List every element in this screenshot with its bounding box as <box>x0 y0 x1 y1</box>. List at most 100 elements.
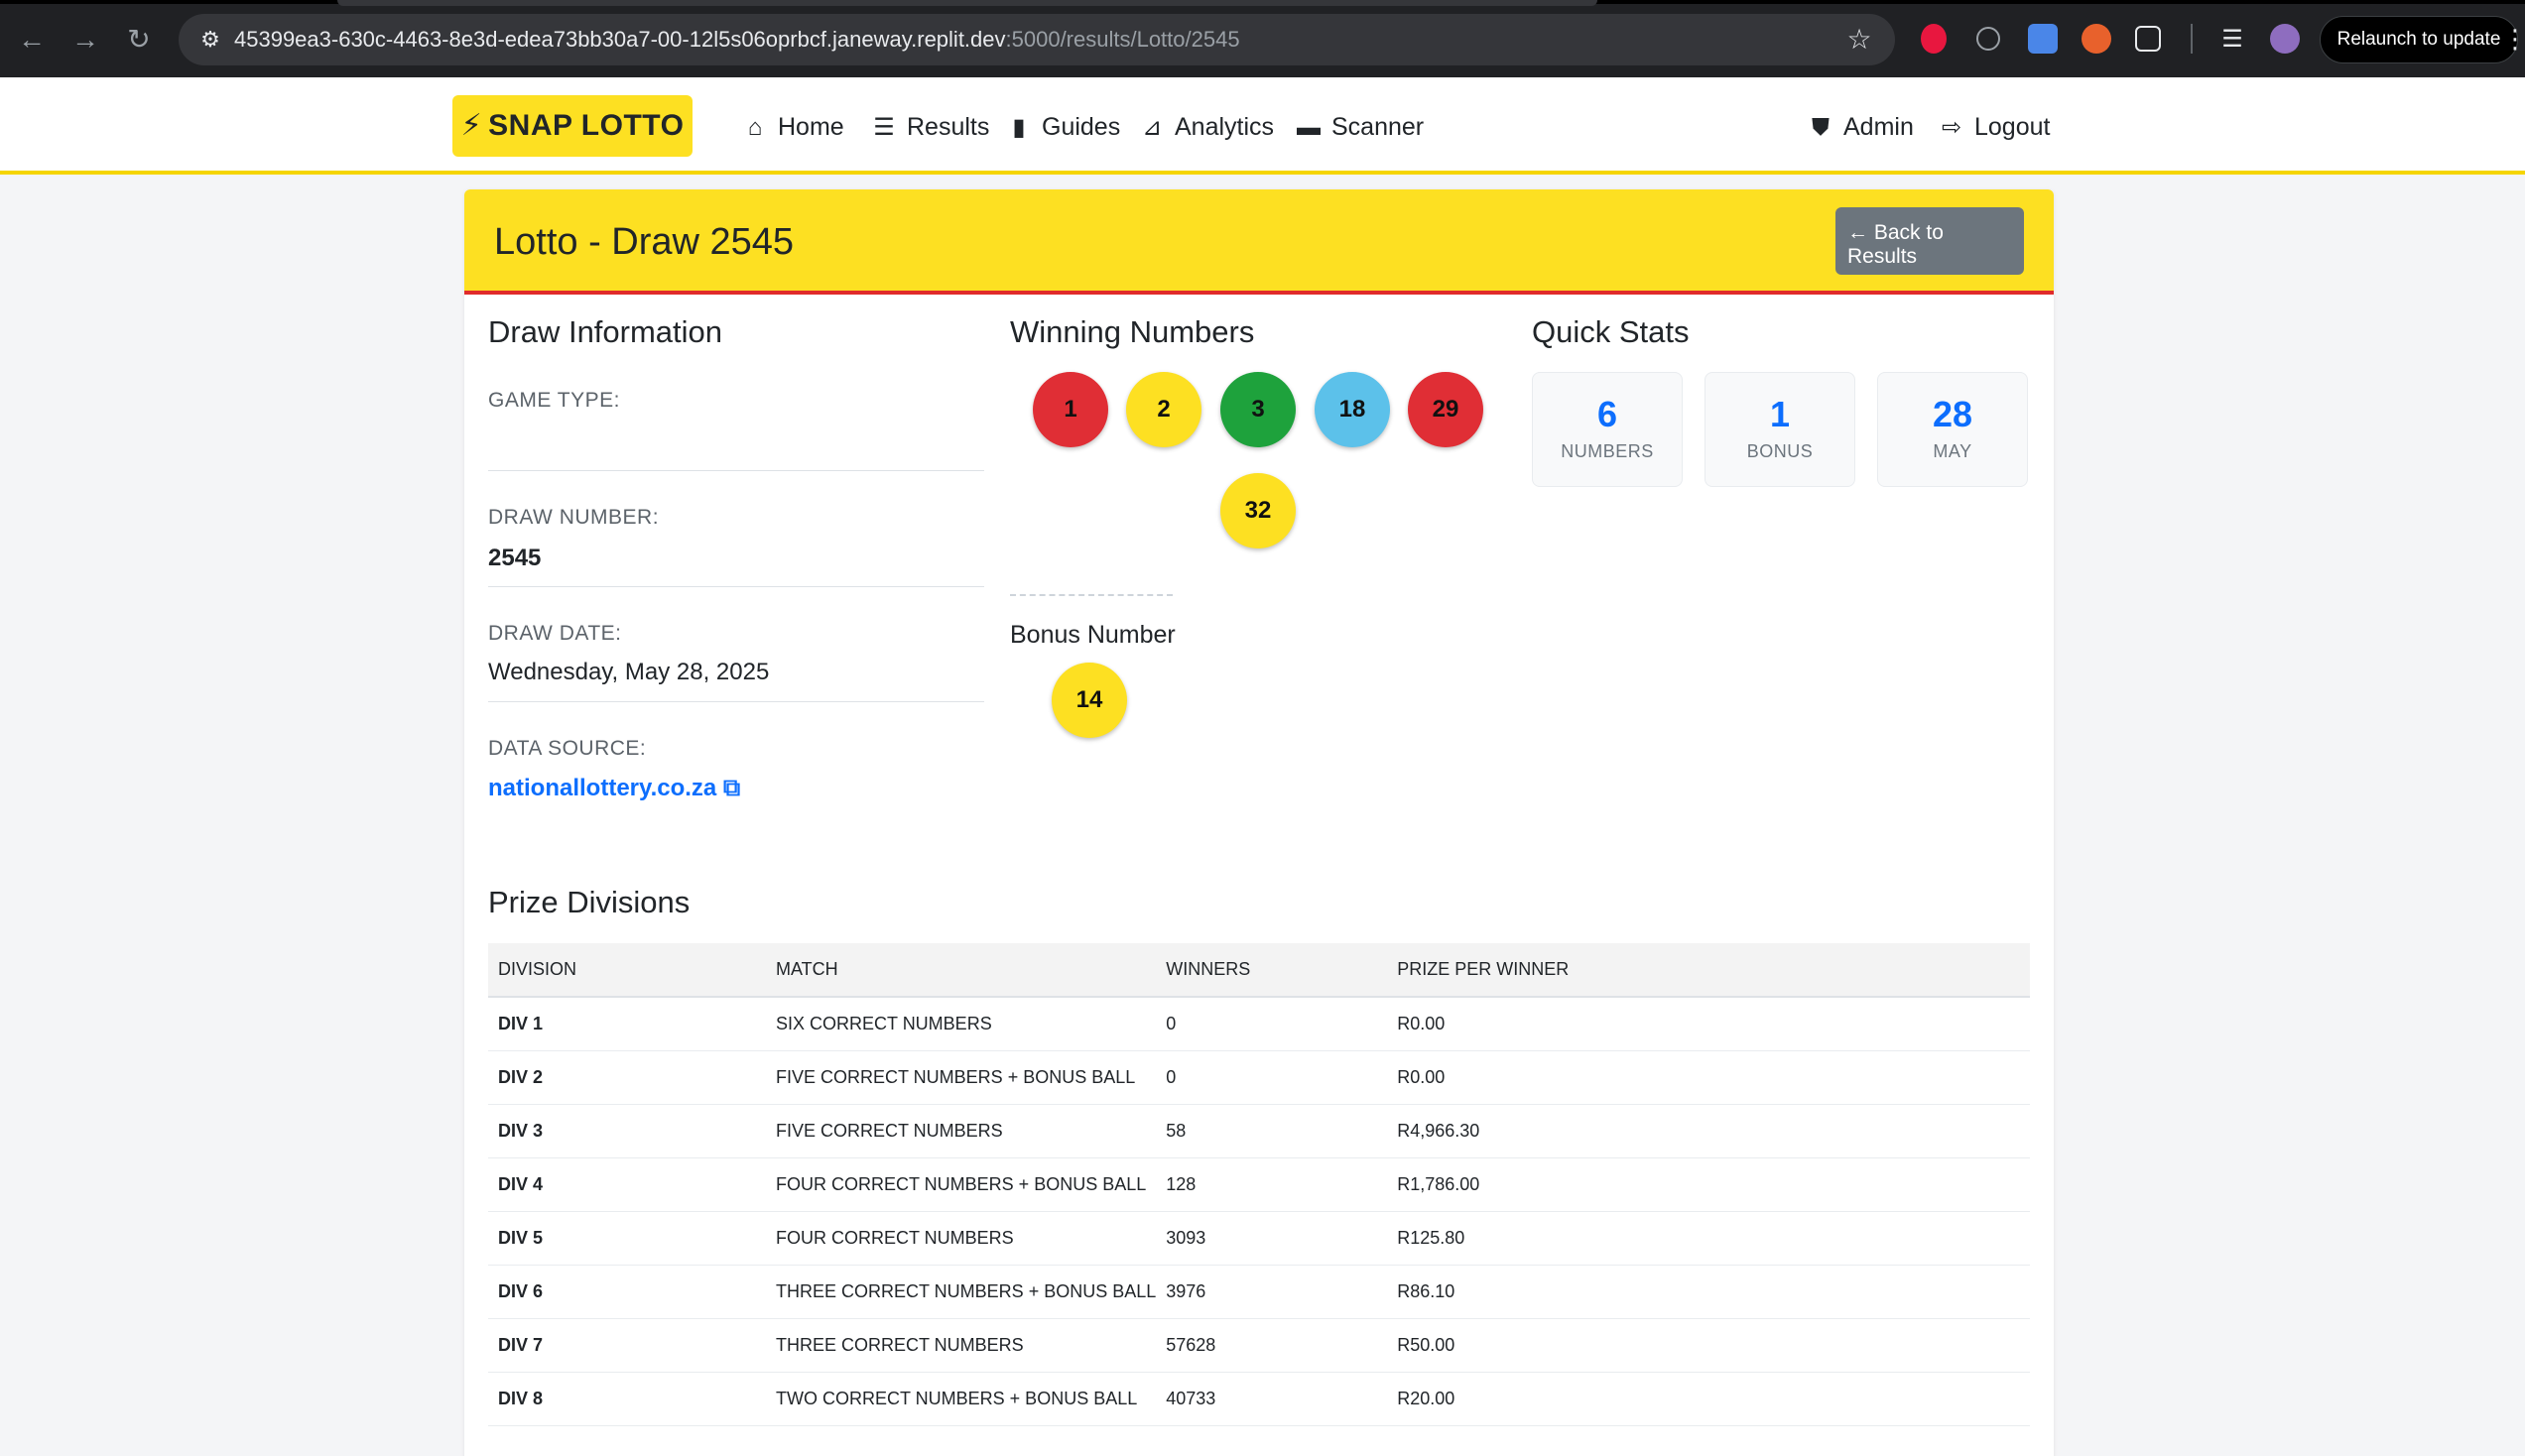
stat-value: 6 <box>1596 394 1618 434</box>
game-type-label: GAME TYPE: <box>488 389 620 412</box>
media-control-icon[interactable]: ☰ <box>2214 22 2250 58</box>
winners-cell: 3093 <box>1156 1211 1388 1266</box>
nav-results[interactable]: ☰ Results <box>869 107 989 147</box>
back-arrow-icon[interactable]: ← <box>14 22 50 58</box>
division-cell: DIV 7 <box>488 1318 766 1373</box>
table-header-row: DIVISION MATCH WINNERS PRIZE PER WINNER <box>488 943 2030 998</box>
table-row: DIV 2 FIVE CORRECT NUMBERS + BONUS BALL 0 R… <box>488 1050 2030 1105</box>
active-tab[interactable] <box>337 0 1597 6</box>
site-settings-icon[interactable]: ⚙ <box>196 26 224 54</box>
prize-cell: R1,786.00 <box>1387 1157 2030 1212</box>
winners-cell: 58 <box>1156 1104 1388 1158</box>
translate-icon[interactable] <box>2028 24 2058 54</box>
bonus-divider <box>1010 594 1173 596</box>
table-row: DIV 5 FOUR CORRECT NUMBERS 3093 R125.80 <box>488 1211 2030 1266</box>
draw-number-label: DRAW NUMBER: <box>488 506 660 529</box>
nav-guides-label: Guides <box>1042 113 1121 141</box>
stat-month: 28 MAY <box>1877 372 2028 487</box>
external-link-icon: ⧉ <box>722 775 741 801</box>
extension-circle-icon[interactable] <box>1976 27 2000 51</box>
arrow-left-icon: ← <box>1847 221 1874 244</box>
winning-ball: 18 <box>1315 372 1390 447</box>
winning-ball: 2 <box>1126 372 1201 447</box>
bookmark-star-icon[interactable]: ☆ <box>1843 24 1875 56</box>
browser-chrome: ← → ↻ ⚙ 45399ea3-630c-4463-8e3d-edea73bb… <box>0 0 2525 77</box>
prize-cell: R20.00 <box>1387 1372 2030 1426</box>
stat-value: 28 <box>1932 394 1973 434</box>
division-cell: DIV 8 <box>488 1372 766 1426</box>
winners-cell: 3976 <box>1156 1265 1388 1319</box>
match-cell: SIX CORRECT NUMBERS <box>766 997 1157 1051</box>
nav-scanner-label: Scanner <box>1331 113 1425 141</box>
prize-cell: R50.00 <box>1387 1318 2030 1373</box>
column-header: WINNERS <box>1156 943 1388 998</box>
table-row: DIV 4 FOUR CORRECT NUMBERS + BONUS BALL 12… <box>488 1157 2030 1212</box>
ticket-icon: ▬ <box>1297 114 1321 141</box>
match-cell: THREE CORRECT NUMBERS <box>766 1318 1157 1373</box>
chart-line-icon: ⊿ <box>1141 114 1163 141</box>
table-row: DIV 1 SIX CORRECT NUMBERS 0 R0.00 <box>488 997 2030 1051</box>
bonus-number-label: Bonus Number <box>1010 621 1176 649</box>
match-cell: FIVE CORRECT NUMBERS <box>766 1104 1157 1158</box>
table-row: DIV 7 THREE CORRECT NUMBERS 57628 R50.00 <box>488 1318 2030 1373</box>
winning-numbers-heading: Winning Numbers <box>1010 314 1255 349</box>
division-cell: DIV 4 <box>488 1157 766 1212</box>
winning-ball: 29 <box>1408 372 1483 447</box>
profile-avatar[interactable] <box>2270 24 2300 54</box>
table-row: DIV 3 FIVE CORRECT NUMBERS 58 R4,966.30 <box>488 1104 2030 1158</box>
winners-cell: 0 <box>1156 1050 1388 1105</box>
nav-logout[interactable]: ⇨ Logout <box>1937 107 2051 147</box>
division-cell: DIV 2 <box>488 1050 766 1105</box>
url-text[interactable]: 45399ea3-630c-4463-8e3d-edea73bb30a7-00-… <box>234 28 1240 52</box>
extension-shield-icon[interactable] <box>1921 24 1947 54</box>
app-navbar: ⚡ SNAP LOTTO ⌂ Home ☰ Results ▮ Guides ⊿ Anal… <box>0 77 2525 175</box>
reload-icon[interactable]: ↻ <box>121 22 157 58</box>
page-title: Lotto - Draw 2545 <box>494 221 795 263</box>
stat-value: 1 <box>1769 394 1791 434</box>
extension-fox-icon[interactable] <box>2082 24 2111 54</box>
toolbar-divider <box>2191 24 2193 54</box>
match-cell: FOUR CORRECT NUMBERS + BONUS BALL <box>766 1157 1157 1212</box>
extensions-puzzle-icon[interactable] <box>2135 26 2161 52</box>
prize-cell: R86.10 <box>1387 1265 2030 1319</box>
prize-cell: R0.00 <box>1387 1050 2030 1105</box>
division-cell: DIV 5 <box>488 1211 766 1266</box>
shield-icon: ⛊ <box>1812 114 1830 141</box>
table-row: DIV 6 THREE CORRECT NUMBERS + BONUS BALL 3… <box>488 1265 2030 1319</box>
brand-logo[interactable]: ⚡ SNAP LOTTO <box>452 95 693 157</box>
prize-cell: R125.80 <box>1387 1211 2030 1266</box>
nav-results-label: Results <box>907 113 990 141</box>
stat-label: MAY <box>1933 441 1972 461</box>
winning-ball: 32 <box>1220 473 1296 548</box>
data-source-link[interactable]: nationallottery.co.za ⧉ <box>488 774 740 803</box>
match-cell: THREE CORRECT NUMBERS + BONUS BALL <box>766 1265 1157 1319</box>
bonus-ball: 14 <box>1052 663 1127 738</box>
nav-home[interactable]: ⌂ Home <box>740 107 844 147</box>
match-cell: FIVE CORRECT NUMBERS + BONUS BALL <box>766 1050 1157 1105</box>
bolt-icon: ⚡ <box>460 109 483 142</box>
url-host: 45399ea3-630c-4463-8e3d-edea73bb30a7-00-… <box>234 27 1006 52</box>
back-to-results-button[interactable]: ← Back to Results <box>1835 207 2024 275</box>
nav-scanner[interactable]: ▬ Scanner <box>1294 107 1424 147</box>
column-header: DIVISION <box>488 943 766 998</box>
nav-guides[interactable]: ▮ Guides <box>1004 107 1120 147</box>
relaunch-button[interactable]: Relaunch to update <box>2320 16 2518 63</box>
winners-cell: 40733 <box>1156 1372 1388 1426</box>
nav-home-label: Home <box>778 113 844 141</box>
nav-admin-label: Admin <box>1843 113 1914 141</box>
logout-icon: ⇨ <box>1941 114 1962 141</box>
division-cell: DIV 6 <box>488 1265 766 1319</box>
url-path: :5000/results/Lotto/2545 <box>1005 27 1240 52</box>
forward-arrow-icon[interactable]: → <box>67 22 103 58</box>
draw-info-heading: Draw Information <box>488 314 723 349</box>
nav-admin[interactable]: ⛊ Admin <box>1806 107 1914 147</box>
column-header: MATCH <box>766 943 1157 998</box>
data-source-label: DATA SOURCE: <box>488 737 647 760</box>
address-bar[interactable]: ⚙ 45399ea3-630c-4463-8e3d-edea73bb30a7-0… <box>179 14 1895 65</box>
prize-table-body: DIV 1 SIX CORRECT NUMBERS 0 R0.00 DIV 2 FIVE … <box>488 997 2030 1426</box>
book-icon: ▮ <box>1012 114 1026 141</box>
prize-cell: R0.00 <box>1387 997 2030 1051</box>
browser-menu-icon[interactable]: ⋮ <box>2502 24 2525 54</box>
card-header: Lotto - Draw 2545 ← Back to Results <box>464 189 2054 295</box>
nav-analytics[interactable]: ⊿ Analytics <box>1137 107 1274 147</box>
